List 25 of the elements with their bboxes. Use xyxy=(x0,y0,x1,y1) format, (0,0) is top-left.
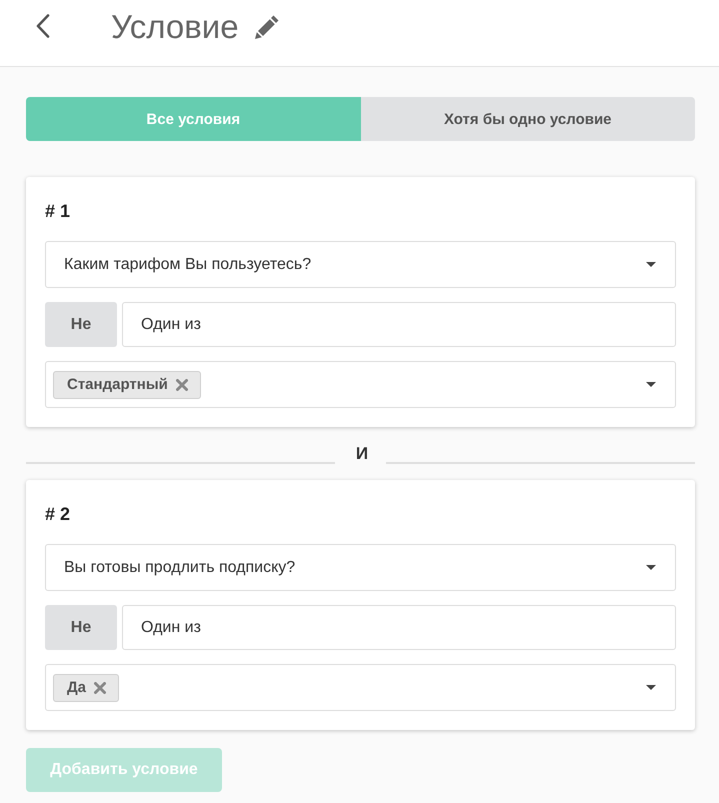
caret-icon xyxy=(646,262,656,267)
match-tab[interactable]: Хотя бы одно условие xyxy=(360,97,695,141)
close-icon[interactable] xyxy=(94,682,106,694)
question-select[interactable]: Каким тарифом Вы пользуетесь? xyxy=(45,241,676,288)
back-icon xyxy=(36,14,50,38)
pencil-icon xyxy=(254,14,280,40)
tag-label: Стандартный xyxy=(67,376,168,393)
close-icon[interactable] xyxy=(176,378,188,390)
negate-toggle[interactable]: Не xyxy=(45,302,117,347)
tag-label: Да xyxy=(67,679,86,696)
value-select[interactable]: Да xyxy=(45,664,676,711)
caret-icon xyxy=(646,565,656,570)
edit-button[interactable] xyxy=(252,13,281,41)
question-select[interactable]: Вы готовы продлить подписку? xyxy=(45,544,676,591)
page-title: Условие xyxy=(111,7,239,47)
caret-icon xyxy=(646,685,656,690)
condition-number: # 2 xyxy=(45,503,72,526)
operator-select[interactable]: Один из xyxy=(122,302,676,347)
back-button[interactable] xyxy=(34,13,52,39)
value-select[interactable]: Стандартный xyxy=(45,361,676,408)
negate-toggle[interactable]: Не xyxy=(45,605,117,650)
condition-number: # 1 xyxy=(45,200,72,223)
caret-icon xyxy=(646,382,656,387)
joiner-label: И xyxy=(354,444,370,464)
operator-select[interactable]: Один из xyxy=(122,605,676,650)
